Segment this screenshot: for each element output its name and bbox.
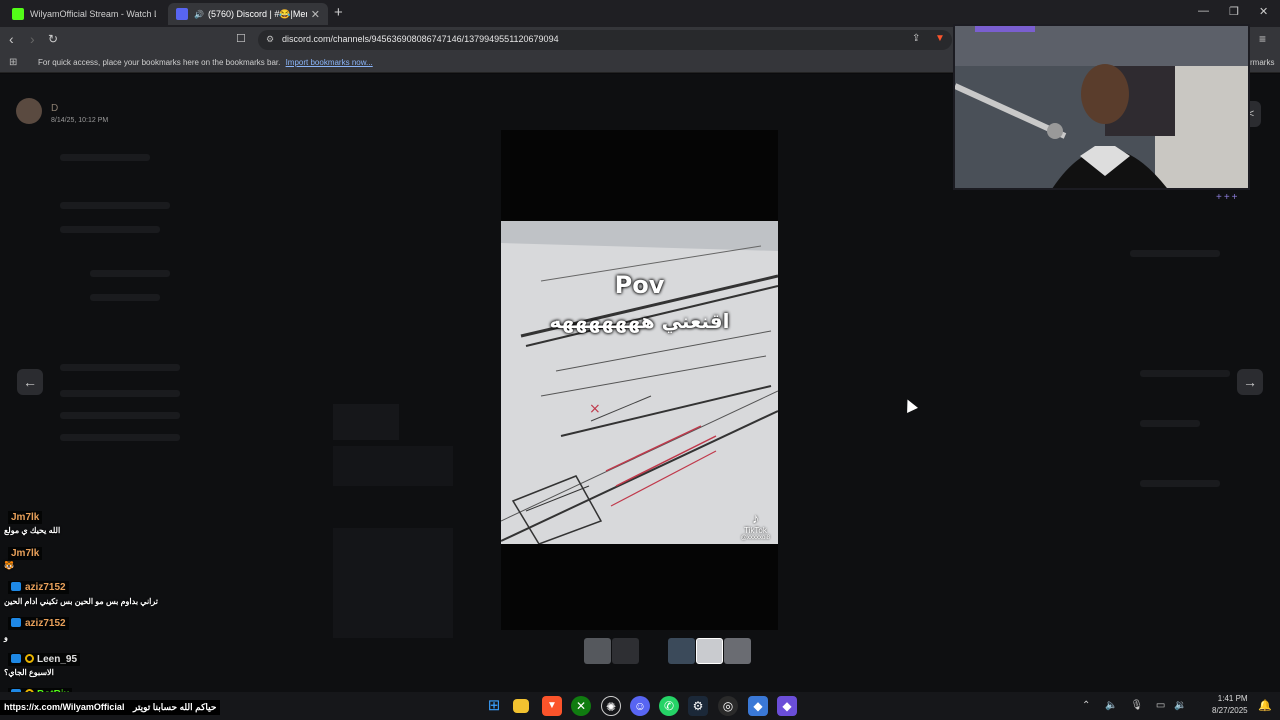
- media-image[interactable]: × Pov اقنعني هههههههه ♪ TikTok @xxxxxoi8: [501, 221, 778, 544]
- subscriber-badge-icon: [25, 654, 34, 663]
- discord-icon: [176, 8, 188, 20]
- tiktok-icon: ♪: [751, 510, 759, 526]
- social-link-banner: https://x.com/WilyamOfficial حياكم الله …: [0, 700, 221, 715]
- apps-grid-icon[interactable]: ⊞: [9, 57, 17, 68]
- tiktok-user: @xxxxxoi8: [740, 535, 770, 541]
- social-link: https://x.com/WilyamOfficial: [4, 702, 125, 712]
- maximize-button[interactable]: ❐: [1229, 5, 1239, 18]
- previous-image-button[interactable]: ←: [17, 369, 43, 395]
- menu-icon[interactable]: ≡: [1259, 32, 1266, 46]
- site-info-icon[interactable]: ⚙: [266, 34, 274, 45]
- webcam-overlay: [953, 24, 1250, 190]
- brave-shield-icon[interactable]: ▼: [935, 33, 945, 44]
- tab-discord[interactable]: 🔊 (5760) Discord | #😂|Memes ✕: [168, 3, 328, 25]
- chat-username: Jm7lk: [8, 547, 43, 560]
- url-text: discord.com/channels/945636908086747146/…: [282, 34, 559, 44]
- url-input[interactable]: ⚙ discord.com/channels/94563690808674714…: [258, 30, 952, 50]
- caption-pov: Pov: [614, 271, 665, 299]
- chat-username: aziz7152: [25, 582, 66, 593]
- avatar[interactable]: [16, 98, 42, 124]
- verified-badge-icon: [11, 618, 21, 627]
- thumbnail[interactable]: [668, 638, 695, 664]
- tab-title: (5760) Discord | #😂|Memes: [207, 8, 307, 19]
- chevron-up-icon[interactable]: ⌃: [1082, 700, 1090, 711]
- chatgpt-icon[interactable]: ✺: [601, 696, 621, 716]
- close-window-button[interactable]: ✕: [1259, 5, 1268, 18]
- bookmarks-label: rmarks: [1250, 58, 1275, 67]
- minimize-button[interactable]: —: [1198, 5, 1209, 17]
- clock-time: 1:41 PM: [1217, 694, 1248, 703]
- clock-date: 8/27/2025: [1212, 706, 1248, 715]
- new-tab-button[interactable]: +: [334, 4, 343, 21]
- exam-paper-illustration: ×: [501, 221, 778, 544]
- chat-username: Leen_95: [37, 654, 78, 665]
- import-bookmarks-link[interactable]: Import bookmarks now...: [286, 58, 373, 67]
- thumbnail[interactable]: [724, 638, 751, 664]
- tab-strip: WilyamOfficial Stream - Watch Live on 🔊 …: [0, 0, 1280, 27]
- chat-message: الاسبوع الجاي؟: [4, 668, 54, 677]
- tiktok-label: TikTok: [744, 526, 767, 535]
- vpn-icon[interactable]: ◎: [718, 696, 738, 716]
- dim-video: [333, 446, 453, 486]
- svg-text:×: ×: [589, 401, 601, 417]
- bot-message: حياكم الله حسابنا تويتر: [132, 702, 217, 712]
- volume-icon[interactable]: 🔈: [1105, 700, 1117, 711]
- system-tray: ⌃ 🔈 🎙 ▭ 🔉: [1082, 700, 1187, 711]
- share-icon[interactable]: ⇪: [912, 33, 920, 44]
- bookmark-icon[interactable]: ☐: [236, 32, 246, 45]
- bookmarks-prompt: For quick access, place your bookmarks h…: [38, 58, 281, 67]
- chat-username-row: aziz7152: [8, 581, 69, 594]
- message-timestamp: 8/14/25, 10:12 PM: [51, 117, 109, 124]
- tiktok-watermark: ♪ TikTok @xxxxxoi8: [741, 510, 770, 541]
- kick-icon: [12, 8, 24, 20]
- notification-bell-icon[interactable]: 🔔: [1258, 699, 1272, 712]
- tab-title: WilyamOfficial Stream - Watch Live on: [30, 9, 156, 19]
- speaker-icon[interactable]: 🔉: [1174, 700, 1186, 711]
- brave-icon[interactable]: ▼: [542, 696, 562, 716]
- steam-icon[interactable]: ⚙: [688, 696, 708, 716]
- caption-arabic: اقنعني هههههههه: [549, 309, 730, 333]
- thumbnail-selected[interactable]: [696, 638, 723, 664]
- chat-username: aziz7152: [25, 618, 66, 629]
- chat-message: الله يحيك ي مولع: [4, 526, 61, 535]
- chat-message: و: [4, 633, 8, 642]
- back-icon[interactable]: ‹: [9, 31, 14, 47]
- microphone-icon[interactable]: 🎙: [1130, 700, 1143, 711]
- webcam-decoration: +++: [1216, 192, 1240, 203]
- discord-taskbar-icon[interactable]: ☺: [630, 696, 650, 716]
- file-explorer-icon[interactable]: [513, 699, 529, 713]
- forward-icon[interactable]: ›: [30, 31, 35, 47]
- taskbar-clock[interactable]: 1:41 PM 8/27/2025: [1212, 693, 1248, 717]
- verified-badge-icon: [11, 654, 21, 663]
- author-name[interactable]: D: [51, 103, 58, 114]
- speaker-icon: 🔊: [194, 9, 204, 19]
- close-tab-icon[interactable]: ✕: [311, 8, 320, 21]
- tab-kick-stream[interactable]: WilyamOfficial Stream - Watch Live on: [4, 3, 164, 25]
- chat-username: Jm7lk: [8, 511, 43, 524]
- app-purple-icon[interactable]: ◆: [777, 696, 797, 716]
- dim-thumbnail: [333, 404, 399, 440]
- chat-username-row: Leen_95: [8, 653, 81, 666]
- chat-message: 🐯: [4, 561, 14, 570]
- streamer-webcam-illustration: [955, 26, 1248, 188]
- dim-image: [333, 528, 453, 638]
- app-blue-icon[interactable]: ◆: [748, 696, 768, 716]
- next-image-button[interactable]: →: [1237, 369, 1263, 395]
- chat-username-row: aziz7152: [8, 617, 69, 630]
- reload-icon[interactable]: ↻: [48, 32, 58, 46]
- verified-badge-icon: [11, 582, 21, 591]
- windows-start-icon[interactable]: ⊞: [484, 696, 504, 716]
- network-icon[interactable]: ▭: [1156, 700, 1165, 711]
- thumbnail[interactable]: [584, 638, 611, 664]
- chat-message: تراني بداوم بس مو الحين بس تكيني ادام ال…: [4, 597, 159, 606]
- whatsapp-icon[interactable]: ✆: [659, 696, 679, 716]
- thumbnail[interactable]: [612, 638, 639, 664]
- xbox-icon[interactable]: ✕: [571, 696, 591, 716]
